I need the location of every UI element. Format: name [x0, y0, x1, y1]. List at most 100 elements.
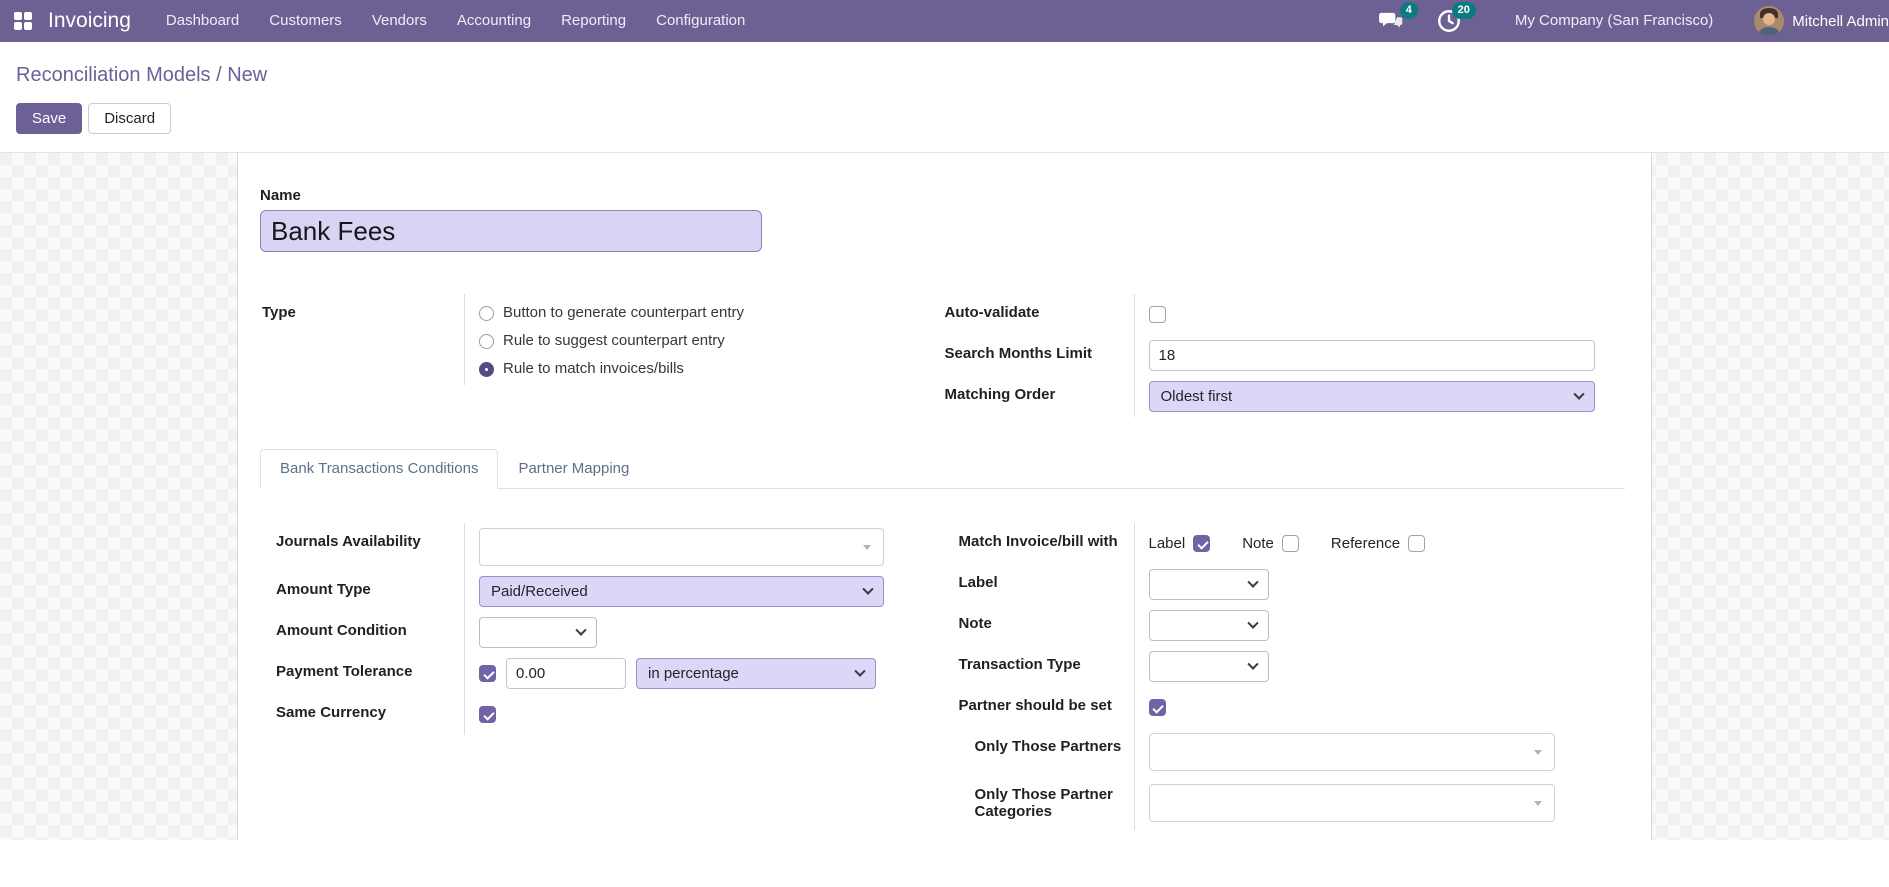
amount-type-label: Amount Type: [260, 571, 465, 612]
type-option-label: Rule to match invoices/bills: [503, 360, 684, 377]
user-menu[interactable]: Mitchell Admin: [1754, 6, 1889, 36]
journals-availability-label: Journals Availability: [260, 523, 465, 571]
type-option-label: Button to generate counterpart entry: [503, 304, 744, 321]
notebook-tabs: Bank Transactions Conditions Partner Map…: [260, 449, 1625, 489]
search-months-limit-label: Search Months Limit: [943, 335, 1135, 376]
partner-should-be-set-row: Partner should be set: [943, 687, 1626, 728]
save-button[interactable]: Save: [16, 103, 83, 134]
amount-condition-row: Amount Condition: [260, 612, 943, 653]
activities-button[interactable]: 20: [1436, 2, 1476, 34]
transaction-type-select[interactable]: [1148, 651, 1269, 682]
dropdown-caret-icon: [863, 544, 871, 550]
label-select[interactable]: [1148, 569, 1269, 600]
same-currency-label: Same Currency: [260, 694, 465, 735]
payment-tolerance-row: Payment Tolerance in percentage: [260, 653, 943, 694]
matching-order-select[interactable]: Oldest first: [1148, 381, 1595, 412]
type-radio-button-generate[interactable]: Button to generate counterpart entry: [479, 302, 744, 324]
chevron-down-icon: [1246, 658, 1259, 670]
chevron-down-icon: [1572, 388, 1585, 400]
apps-grid-icon: [14, 12, 32, 30]
auto-validate-checkbox[interactable]: [1148, 306, 1166, 323]
amount-type-value: Paid/Received: [491, 583, 588, 600]
type-field-row: Type Button to generate counterpart entr…: [260, 294, 943, 385]
label-field-label: Label: [943, 564, 1135, 605]
discard-button[interactable]: Discard: [88, 103, 172, 134]
chevron-down-icon: [862, 583, 874, 595]
auto-validate-row: Auto-validate: [943, 294, 1626, 335]
nav-item-configuration[interactable]: Configuration: [641, 0, 760, 42]
match-note-checkbox[interactable]: [1281, 535, 1299, 552]
breadcrumb[interactable]: Reconciliation Models / New: [16, 60, 1873, 90]
control-panel: Reconciliation Models / New Save Discard: [0, 42, 1889, 153]
form-sheet: Name Type Button to generate counterpart…: [237, 153, 1652, 840]
search-months-limit-input[interactable]: [1148, 340, 1595, 371]
match-invoice-bill-row: Match Invoice/bill with Label Note Refer…: [943, 523, 1626, 564]
partner-should-be-set-label: Partner should be set: [943, 687, 1135, 728]
only-those-partners-label: Only Those Partners: [943, 728, 1135, 776]
only-those-partners-row: Only Those Partners: [943, 728, 1626, 776]
nav-item-vendors[interactable]: Vendors: [357, 0, 442, 42]
chevron-down-icon: [854, 665, 866, 677]
radio-unchecked-icon[interactable]: [479, 305, 494, 321]
apps-menu-button[interactable]: [0, 12, 46, 30]
type-radio-rule-suggest[interactable]: Rule to suggest counterpart entry: [479, 330, 725, 352]
company-switcher[interactable]: My Company (San Francisco): [1500, 0, 1728, 42]
label-row: Label: [943, 564, 1626, 605]
matching-order-value: Oldest first: [1160, 388, 1233, 405]
dropdown-caret-icon: [1533, 800, 1542, 806]
messages-badge: 4: [1399, 2, 1418, 19]
match-note-text: Note: [1242, 535, 1274, 552]
match-label-text: Label: [1148, 535, 1186, 552]
amount-type-row: Amount Type Paid/Received: [260, 571, 943, 612]
payment-tolerance-amount-input[interactable]: [506, 658, 626, 689]
payment-tolerance-mode-value: in percentage: [648, 665, 739, 682]
transaction-type-row: Transaction Type: [943, 646, 1626, 687]
chevron-down-icon: [1246, 576, 1259, 588]
user-avatar: [1754, 6, 1785, 36]
app-brand[interactable]: Invoicing: [46, 9, 151, 33]
amount-type-select[interactable]: Paid/Received: [479, 576, 884, 607]
only-those-partner-categories-input[interactable]: [1148, 784, 1555, 822]
partner-should-be-set-checkbox[interactable]: [1148, 699, 1166, 716]
activities-badge: 20: [1451, 2, 1476, 19]
chevron-down-icon: [1246, 617, 1259, 629]
name-input[interactable]: [260, 210, 762, 252]
note-row: Note: [943, 605, 1626, 646]
only-those-partner-categories-row: Only Those Partner Categories: [943, 776, 1626, 830]
only-those-partners-input[interactable]: [1148, 733, 1555, 771]
note-select[interactable]: [1148, 610, 1269, 641]
dropdown-caret-icon: [1533, 749, 1542, 755]
type-radio-rule-match[interactable]: Rule to match invoices/bills: [479, 358, 684, 380]
name-label: Name: [260, 187, 301, 204]
user-name: Mitchell Admin: [1792, 12, 1889, 30]
match-note-option: Note: [1242, 535, 1299, 552]
same-currency-checkbox[interactable]: [479, 706, 496, 723]
same-currency-row: Same Currency: [260, 694, 943, 735]
match-label-option: Label: [1149, 535, 1211, 552]
content-area: Name Type Button to generate counterpart…: [0, 153, 1889, 840]
nav-item-accounting[interactable]: Accounting: [442, 0, 546, 42]
only-those-partner-categories-label: Only Those Partner Categories: [943, 776, 1135, 830]
radio-checked-icon[interactable]: [479, 361, 494, 377]
messages-button[interactable]: 4: [1378, 2, 1418, 34]
transaction-type-label: Transaction Type: [943, 646, 1135, 687]
nav-item-customers[interactable]: Customers: [254, 0, 357, 42]
nav-item-reporting[interactable]: Reporting: [546, 0, 641, 42]
tab-bank-transactions-conditions[interactable]: Bank Transactions Conditions: [260, 449, 499, 489]
amount-condition-select[interactable]: [479, 617, 597, 648]
payment-tolerance-mode-select[interactable]: in percentage: [636, 658, 876, 689]
match-label-checkbox[interactable]: [1193, 535, 1211, 552]
amount-condition-label: Amount Condition: [260, 612, 465, 653]
radio-unchecked-icon[interactable]: [479, 333, 494, 349]
tab-partner-mapping[interactable]: Partner Mapping: [498, 449, 649, 489]
matching-order-label: Matching Order: [943, 376, 1135, 417]
journals-availability-input[interactable]: [479, 528, 884, 566]
payment-tolerance-label: Payment Tolerance: [260, 653, 465, 694]
nav-item-dashboard[interactable]: Dashboard: [151, 0, 254, 42]
match-reference-checkbox[interactable]: [1408, 535, 1426, 552]
chevron-down-icon: [575, 624, 587, 636]
search-months-limit-row: Search Months Limit: [943, 335, 1626, 376]
payment-tolerance-checkbox[interactable]: [479, 665, 496, 682]
type-label: Type: [260, 294, 465, 385]
note-field-label: Note: [943, 605, 1135, 646]
